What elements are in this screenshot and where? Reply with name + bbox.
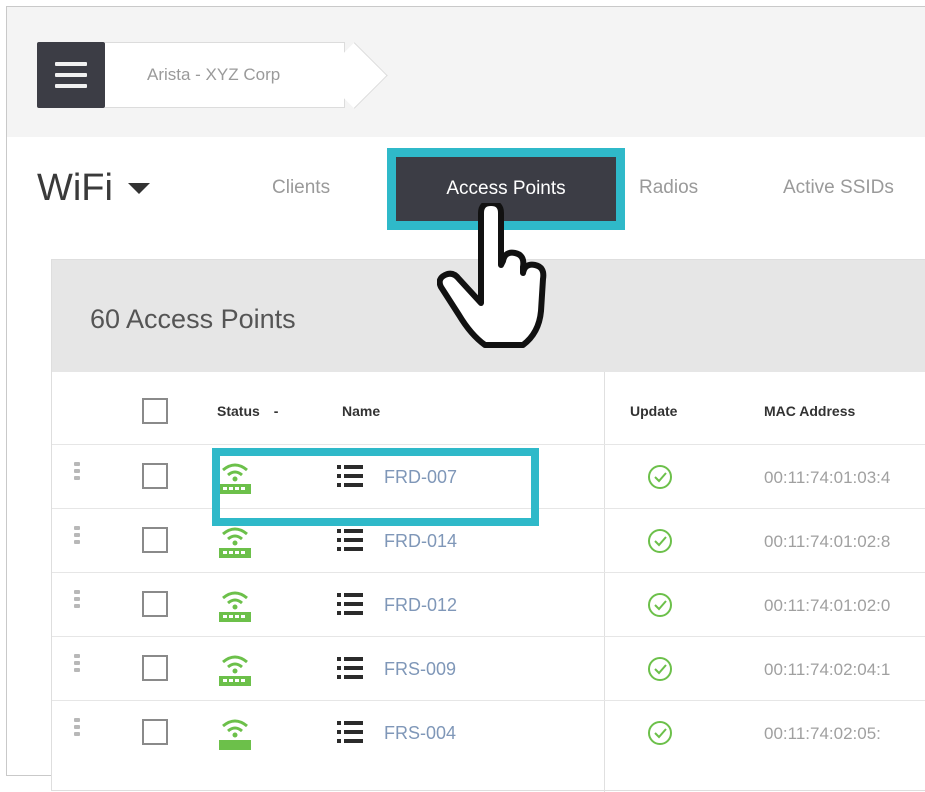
access-point-name-link[interactable]: FRS-009 xyxy=(384,659,456,680)
access-point-status-icon[interactable] xyxy=(217,650,253,690)
drag-handle-icon[interactable] xyxy=(74,654,80,672)
sort-indicator: - xyxy=(273,403,279,419)
row-checkbox[interactable] xyxy=(142,527,168,553)
access-point-name-link[interactable]: FRD-012 xyxy=(384,595,457,616)
check-circle-icon xyxy=(648,593,672,617)
hand-pointer-icon xyxy=(437,203,547,348)
row-checkbox[interactable] xyxy=(142,463,168,489)
panel-title: 60 Access Points xyxy=(90,304,296,334)
check-circle-icon xyxy=(648,657,672,681)
table-row[interactable]: FRS-004 00:11:74:02:05: xyxy=(52,704,925,764)
access-point-status-icon[interactable] xyxy=(217,458,253,498)
select-all-checkbox[interactable] xyxy=(142,398,168,424)
access-point-name-link[interactable]: FRS-004 xyxy=(384,723,456,744)
check-circle-icon xyxy=(648,465,672,489)
mac-address: 00:11:74:02:04:1 xyxy=(764,660,891,679)
menu-icon xyxy=(55,62,87,66)
column-header-update[interactable]: Update xyxy=(630,403,677,419)
section-title[interactable]: WiFi xyxy=(37,167,113,210)
list-icon[interactable] xyxy=(337,465,363,489)
table-row[interactable]: FRS-009 00:11:74:02:04:1 xyxy=(52,640,925,700)
caret-down-icon[interactable] xyxy=(128,183,150,194)
list-icon[interactable] xyxy=(337,593,363,617)
list-icon[interactable] xyxy=(337,529,363,553)
mac-address: 00:11:74:01:02:8 xyxy=(764,532,891,551)
mac-address: 00:11:74:01:02:0 xyxy=(764,596,891,615)
drag-handle-icon[interactable] xyxy=(74,590,80,608)
table-row[interactable]: FRD-007 00:11:74:01:03:4 xyxy=(52,448,925,508)
access-point-name-link[interactable]: FRD-014 xyxy=(384,531,457,552)
app-window: Arista - XYZ Corp WiFi Clients Access Po… xyxy=(6,6,925,792)
column-header-name[interactable]: Name xyxy=(342,403,380,419)
access-point-status-icon[interactable] xyxy=(217,586,253,626)
hamburger-menu-button[interactable] xyxy=(37,42,105,108)
access-point-name-link[interactable]: FRD-007 xyxy=(384,467,457,488)
list-icon[interactable] xyxy=(337,721,363,745)
drag-handle-icon[interactable] xyxy=(74,462,80,480)
column-header-mac[interactable]: MAC Address xyxy=(764,403,855,419)
tab-active-ssids[interactable]: Active SSIDs xyxy=(783,177,894,199)
breadcrumb-label[interactable]: Arista - XYZ Corp xyxy=(147,65,280,85)
row-checkbox[interactable] xyxy=(142,591,168,617)
row-checkbox[interactable] xyxy=(142,655,168,681)
access-point-status-icon[interactable] xyxy=(217,522,253,562)
drag-handle-icon[interactable] xyxy=(74,718,80,736)
mac-address: 00:11:74:01:03:4 xyxy=(764,468,891,487)
tab-radios[interactable]: Radios xyxy=(639,177,698,199)
check-circle-icon xyxy=(648,721,672,745)
table-row[interactable]: FRD-012 00:11:74:01:02:0 xyxy=(52,576,925,636)
list-icon[interactable] xyxy=(337,657,363,681)
drag-handle-icon[interactable] xyxy=(74,526,80,544)
mac-address: 00:11:74:02:05: xyxy=(764,724,881,743)
table-row[interactable]: FRD-014 00:11:74:01:02:8 xyxy=(52,512,925,572)
access-point-status-icon[interactable] xyxy=(217,714,253,754)
status-header-label: Status xyxy=(217,403,260,419)
column-header-status[interactable]: Status - xyxy=(217,403,278,419)
row-checkbox[interactable] xyxy=(142,719,168,745)
check-circle-icon xyxy=(648,529,672,553)
tab-clients[interactable]: Clients xyxy=(272,177,330,199)
